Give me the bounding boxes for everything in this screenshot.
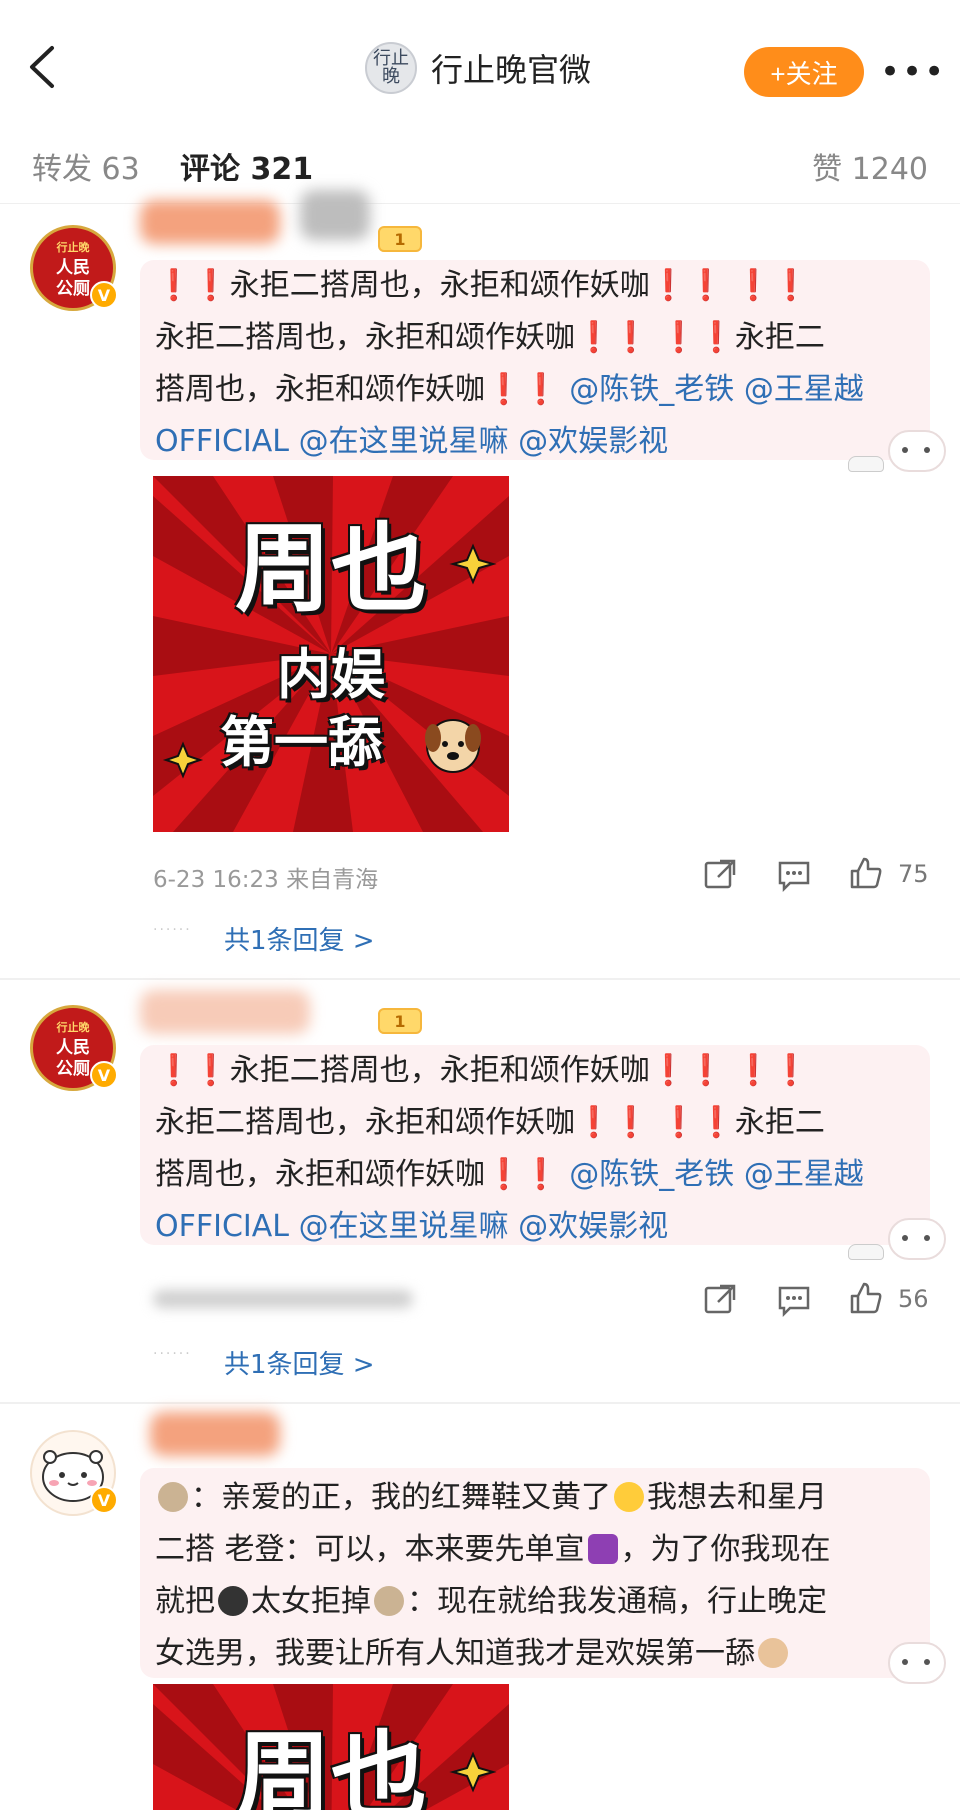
share-icon[interactable]	[702, 857, 738, 893]
view-replies-link[interactable]: 共1条回复 >	[224, 1344, 375, 1381]
tab-bar: 转发 63 评论 321 赞 1240	[0, 122, 960, 204]
image-caption-title: 周也	[235, 1721, 427, 1810]
comment-text: ❗❗永拒二搭周也，永拒和颂作妖咖❗❗ ❗❗ 永拒二搭周也，永拒和颂作妖咖❗❗ ❗…	[155, 268, 864, 459]
view-replies-link[interactable]: 共1条回复 >	[224, 920, 375, 957]
level-badge: 1	[378, 1008, 422, 1034]
sticker-decoration	[848, 456, 884, 472]
tab-comment[interactable]: 评论 321	[180, 144, 313, 188]
divider	[0, 978, 960, 980]
account-avatar[interactable]: 行止晚	[365, 42, 417, 94]
crying-face-icon	[614, 1482, 644, 1512]
penguin-icon	[218, 1586, 248, 1616]
like-icon[interactable]	[848, 855, 884, 891]
avatar[interactable]: V	[30, 1430, 118, 1516]
sticker-decoration	[888, 1218, 946, 1260]
image-caption-subtitle: 内娱	[277, 643, 385, 706]
tab-repost[interactable]: 转发 63	[32, 144, 140, 188]
comment-text: ❗❗永拒二搭周也，永拒和颂作妖咖❗❗ ❗❗ 永拒二搭周也，永拒和颂作妖咖❗❗ ❗…	[155, 1053, 864, 1244]
top-bar: 行止晚 行止晚官微 +关注 •••	[0, 0, 960, 122]
coconut-icon	[158, 1482, 188, 1512]
comment-image[interactable]: 周也 内娱 第一舔	[153, 476, 509, 832]
sticker-decoration	[888, 430, 946, 472]
chevron-left-icon[interactable]	[22, 42, 62, 92]
avatar[interactable]: 行止晚 人民 公厕 V	[30, 1005, 118, 1091]
dog-face-icon	[758, 1638, 788, 1668]
username-redacted	[150, 1412, 280, 1456]
username-redacted	[300, 190, 370, 240]
mention-link[interactable]: @陈铁_老铁	[569, 372, 734, 407]
mention-link[interactable]: @陈铁_老铁	[569, 1157, 734, 1192]
like-icon[interactable]	[848, 1280, 884, 1316]
sticker-decoration	[888, 1642, 946, 1684]
timestamp-redacted	[153, 1290, 413, 1308]
divider	[0, 1402, 960, 1404]
tab-like[interactable]: 赞 1240	[812, 144, 928, 188]
reply-dots: ······	[153, 1346, 192, 1362]
comment-icon[interactable]	[776, 1282, 812, 1318]
comment-text: ：亲爱的正，我的红舞鞋又黄了 我想去和星月 二搭 老登：可以，本来要先单宣 ，为了你…	[155, 1480, 831, 1671]
level-badge: 1	[378, 226, 422, 252]
comment-icon[interactable]	[776, 857, 812, 893]
mention-link[interactable]: @在这里说星嘛	[299, 1209, 509, 1244]
image-caption-title: 周也	[235, 513, 427, 625]
coconut-icon	[374, 1586, 404, 1616]
star-crescent-icon	[587, 1534, 618, 1564]
more-dots-icon[interactable]: •••	[880, 55, 946, 89]
page-title: 行止晚官微	[431, 51, 592, 89]
follow-button[interactable]: +关注	[744, 47, 864, 97]
like-count: 75	[898, 860, 929, 888]
username-redacted	[140, 200, 280, 244]
mention-link[interactable]: @在这里说星嘛	[299, 424, 509, 459]
like-count: 56	[898, 1285, 929, 1313]
verified-badge-icon: V	[90, 1486, 118, 1514]
username-redacted	[140, 990, 310, 1034]
mention-link[interactable]: @欢娱影视	[518, 424, 668, 459]
comment-timestamp: 6-23 16:23 来自青海	[153, 867, 379, 893]
avatar[interactable]: 行止晚 人民 公厕 V	[30, 225, 118, 311]
sticker-decoration	[848, 1244, 884, 1260]
page-header: 行止晚 行止晚官微	[365, 40, 591, 96]
share-icon[interactable]	[702, 1282, 738, 1318]
image-caption-subtitle: 第一舔	[220, 711, 382, 774]
verified-badge-icon: V	[90, 281, 118, 309]
mention-link[interactable]: @欢娱影视	[518, 1209, 668, 1244]
reply-dots: ······	[153, 922, 192, 938]
comment-image[interactable]: 周也	[153, 1684, 509, 1810]
verified-badge-icon: V	[90, 1061, 118, 1089]
